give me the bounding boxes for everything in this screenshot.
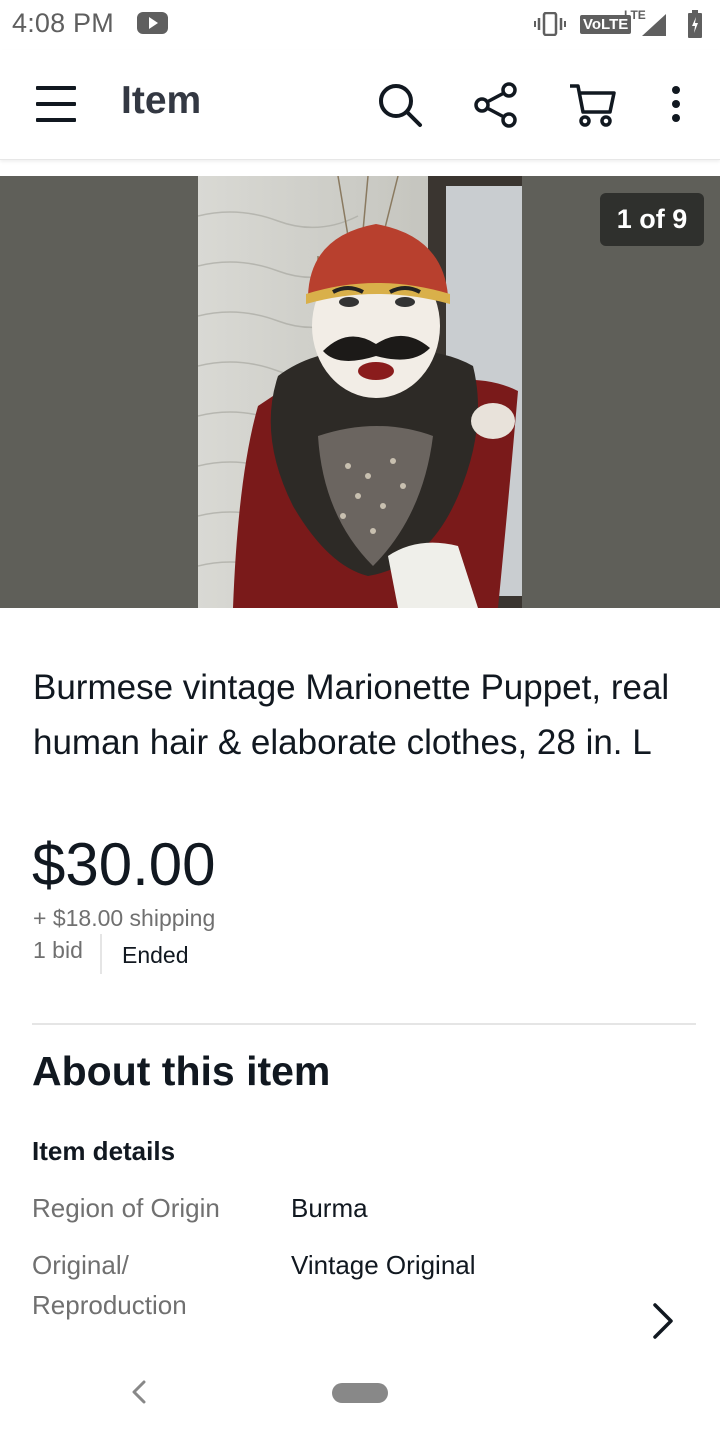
item-title: Burmese vintage Marionette Puppet, real …	[33, 668, 670, 762]
vibrate-icon	[534, 12, 566, 36]
item-price: $30.00	[32, 831, 216, 898]
about-heading: About this item	[32, 1048, 331, 1094]
item-details-heading: Item details	[32, 1136, 176, 1166]
status-time: 4:08 PM	[12, 8, 114, 38]
system-nav-bar	[0, 1350, 720, 1440]
cart-icon[interactable]	[568, 80, 618, 130]
chevron-right-icon[interactable]	[648, 1301, 678, 1341]
section-divider	[32, 1023, 696, 1025]
signal-icon	[642, 14, 666, 36]
app-bar: Item	[0, 50, 720, 160]
spec-value: Burma	[291, 1193, 368, 1223]
listing-status: Ended	[122, 942, 189, 968]
back-icon[interactable]	[128, 1378, 150, 1406]
product-photo[interactable]	[198, 176, 522, 608]
youtube-notification-icon	[137, 12, 168, 34]
image-gallery[interactable]: 1 of 9	[0, 176, 720, 608]
share-icon[interactable]	[472, 80, 522, 130]
home-button[interactable]	[332, 1383, 388, 1403]
spec-label: Original/ Reproduction	[32, 1250, 187, 1320]
shipping-cost: + $18.00 shipping	[33, 905, 216, 931]
search-icon[interactable]	[374, 80, 424, 130]
menu-icon[interactable]	[36, 84, 76, 124]
battery-icon	[688, 10, 702, 38]
status-bar: 4:08 PM VoLTE LTE	[0, 0, 720, 50]
spec-value: Vintage Original	[291, 1250, 476, 1280]
spec-label: Region of Origin	[32, 1193, 220, 1223]
more-options-icon[interactable]	[660, 80, 692, 130]
image-counter-badge: 1 of 9	[600, 193, 704, 246]
page-title: Item	[121, 79, 202, 122]
bid-count[interactable]: 1 bid	[33, 937, 83, 964]
bid-divider	[100, 934, 102, 974]
